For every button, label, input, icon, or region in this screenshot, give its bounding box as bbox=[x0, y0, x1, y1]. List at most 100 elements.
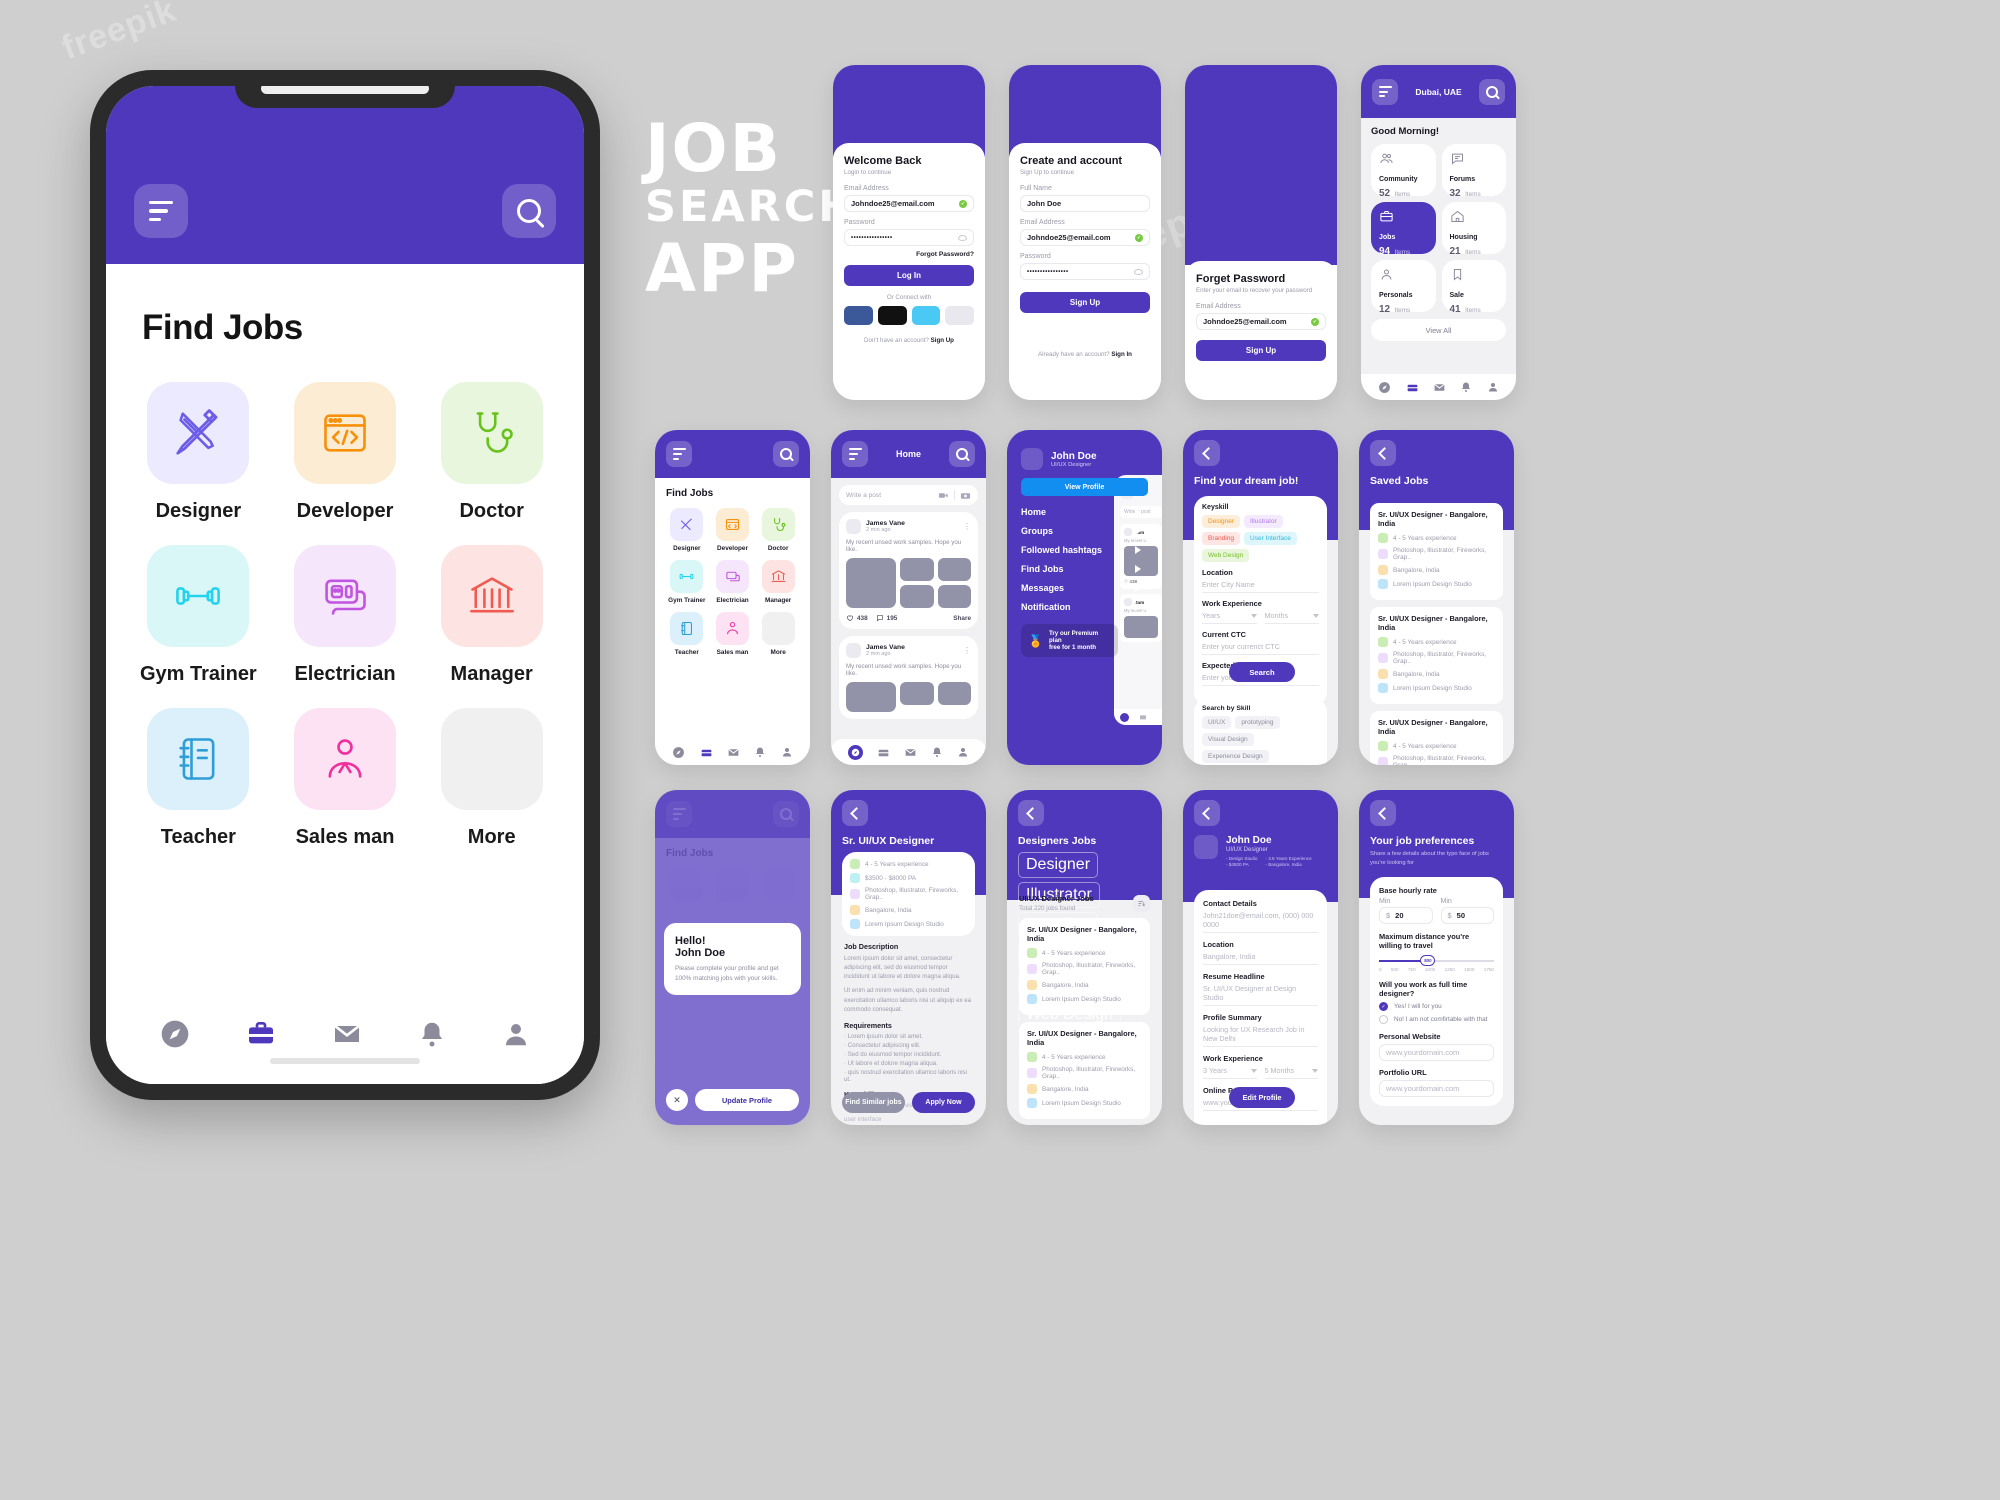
nav-mail-icon[interactable] bbox=[727, 746, 740, 759]
months-select[interactable]: Months bbox=[1264, 611, 1319, 624]
tile-sale[interactable]: Sale 41 Items bbox=[1441, 260, 1506, 315]
camera-icon[interactable] bbox=[960, 490, 971, 501]
skill-chip-experience-design[interactable]: Experience Design bbox=[1202, 750, 1269, 763]
email-field[interactable]: Johndoe25@email.com ✓ bbox=[844, 195, 974, 212]
category-manager[interactable]: Manager bbox=[433, 545, 550, 686]
post-image[interactable] bbox=[846, 682, 896, 712]
job-card[interactable]: Sr. UI/UX Designer - Bangalore, India 4 … bbox=[1019, 918, 1150, 1015]
back-button[interactable] bbox=[1370, 800, 1396, 826]
profile-summary-value[interactable]: Looking for UX Research Job in New Delhi bbox=[1203, 1025, 1318, 1047]
post-image[interactable] bbox=[937, 585, 971, 608]
post-image[interactable] bbox=[900, 682, 934, 705]
post-image[interactable] bbox=[900, 558, 934, 581]
job-card[interactable]: Sr. UI/UX Designer - Bangalore, India 4 … bbox=[1370, 711, 1503, 765]
tile-personals[interactable]: Personals 12 Items bbox=[1371, 260, 1436, 315]
nav-person-icon[interactable] bbox=[957, 746, 969, 758]
video-icon[interactable] bbox=[938, 490, 949, 501]
portfolio-input[interactable]: www.yourdomain.com bbox=[1379, 1080, 1494, 1097]
like-button[interactable]: 438 bbox=[846, 614, 868, 622]
filter-chip-designer[interactable]: Designer bbox=[1018, 852, 1099, 878]
login-button[interactable]: Log In bbox=[844, 265, 974, 286]
keyskill-chip-designer[interactable]: Designer bbox=[1202, 515, 1241, 528]
comment-button[interactable]: 195 bbox=[876, 614, 897, 622]
skill-chip-uiux[interactable]: UI/UX bbox=[1202, 716, 1232, 729]
password-field[interactable]: •••••••••••••••• bbox=[1020, 263, 1150, 280]
experience-years-select[interactable]: 3 Years bbox=[1203, 1066, 1257, 1079]
category-sales-man[interactable]: Sales man bbox=[712, 612, 754, 656]
view-all-button[interactable]: View All bbox=[1371, 319, 1506, 341]
back-button[interactable] bbox=[1194, 800, 1220, 826]
back-button[interactable] bbox=[1194, 440, 1220, 466]
job-card[interactable]: Sr. UI/UX Designer - Bangalore, India 4 … bbox=[1019, 1022, 1150, 1119]
category-gym-trainer[interactable]: Gym Trainer bbox=[666, 560, 708, 604]
back-button[interactable] bbox=[1018, 800, 1044, 826]
signup-button[interactable]: Sign Up bbox=[1020, 292, 1150, 313]
nav-bell-icon[interactable] bbox=[417, 1019, 447, 1054]
close-icon[interactable]: ✕ bbox=[666, 1089, 688, 1111]
nav-mail-icon[interactable] bbox=[1433, 381, 1446, 394]
location-value[interactable]: Bangalore, India bbox=[1203, 952, 1318, 965]
find-similar-jobs-button[interactable]: Find Similar jobs bbox=[842, 1092, 905, 1113]
category-teacher[interactable]: Teacher bbox=[140, 708, 257, 849]
search-icon[interactable] bbox=[1479, 78, 1505, 105]
search-icon[interactable] bbox=[949, 441, 975, 467]
social-facebook-button[interactable] bbox=[844, 306, 873, 325]
post-image[interactable] bbox=[937, 558, 971, 581]
nav-compass-icon[interactable] bbox=[159, 1018, 191, 1055]
nav-compass-icon[interactable] bbox=[1378, 381, 1391, 394]
radio-option-yes[interactable]: ✓ Yes! I will for you bbox=[1379, 1002, 1494, 1011]
post-menu-icon[interactable]: ⋮ bbox=[963, 646, 971, 653]
key-skill-user-interface[interactable]: user interface bbox=[844, 1116, 882, 1123]
nav-compass-active[interactable] bbox=[848, 744, 863, 760]
hamburger-menu-icon[interactable] bbox=[1372, 78, 1398, 105]
tile-community[interactable]: Community 52 Items bbox=[1371, 144, 1436, 199]
nav-person-icon[interactable] bbox=[781, 746, 793, 758]
job-card[interactable]: Sr. UI/UX Designer - Bangalore, India 4 … bbox=[1370, 503, 1503, 600]
skill-chip-visual-design[interactable]: Visual Design bbox=[1202, 733, 1254, 746]
view-profile-button[interactable]: View Profile bbox=[1021, 478, 1148, 496]
category-teacher[interactable]: Teacher bbox=[666, 612, 708, 656]
tile-jobs[interactable]: Jobs 94 Items bbox=[1371, 202, 1436, 257]
experience-months-select[interactable]: 5 Months bbox=[1264, 1066, 1318, 1079]
social-other-button[interactable] bbox=[945, 306, 974, 325]
category-electrician[interactable]: Electrician bbox=[712, 560, 754, 604]
forgot-password-link[interactable]: Forgot Password? bbox=[844, 251, 974, 258]
hamburger-menu-icon[interactable] bbox=[842, 441, 868, 467]
social-twitter-button[interactable] bbox=[911, 306, 941, 325]
search-button[interactable]: Search bbox=[1229, 662, 1295, 682]
social-apple-button[interactable] bbox=[877, 306, 907, 325]
hamburger-menu-icon[interactable] bbox=[134, 184, 188, 238]
sort-icon[interactable] bbox=[1133, 894, 1150, 912]
job-card[interactable]: Sr. UI/UX Designer - Bangalore, India 4 … bbox=[1370, 607, 1503, 704]
category-electrician[interactable]: Electrician bbox=[287, 545, 404, 686]
drawer-item-find-jobs[interactable]: Find Jobs bbox=[1021, 564, 1148, 574]
category-doctor[interactable]: Doctor bbox=[757, 508, 799, 552]
hamburger-menu-icon[interactable] bbox=[666, 441, 692, 467]
post-menu-icon[interactable]: ⋮ bbox=[963, 522, 971, 529]
drawer-item-notification[interactable]: Notification bbox=[1021, 602, 1148, 612]
category-doctor[interactable]: Doctor bbox=[433, 382, 550, 523]
nav-briefcase-icon[interactable] bbox=[877, 746, 890, 759]
nav-briefcase-icon[interactable] bbox=[700, 746, 713, 759]
fullname-field[interactable]: John Doe bbox=[1020, 195, 1150, 212]
search-icon[interactable] bbox=[502, 184, 556, 238]
category-developer[interactable]: Developer bbox=[287, 382, 404, 523]
category-more[interactable]: More bbox=[757, 612, 799, 656]
rate-max-field[interactable]: $ 50 bbox=[1440, 907, 1494, 924]
slider-handle[interactable]: 800 bbox=[1420, 955, 1436, 966]
nav-briefcase-icon[interactable] bbox=[245, 1018, 277, 1055]
share-button[interactable]: Share bbox=[953, 615, 971, 622]
nav-person-icon[interactable] bbox=[1487, 381, 1499, 393]
back-button[interactable] bbox=[842, 800, 868, 826]
category-gym-trainer[interactable]: Gym Trainer bbox=[140, 545, 257, 686]
email-field[interactable]: Johndoe25@email.com ✓ bbox=[1196, 313, 1326, 330]
drawer-item-followed-hashtags[interactable]: Followed hashtags bbox=[1021, 545, 1148, 555]
nav-bell-icon[interactable] bbox=[931, 746, 943, 758]
post-image[interactable] bbox=[937, 682, 971, 705]
nav-bell-icon[interactable] bbox=[754, 746, 766, 758]
eye-icon[interactable] bbox=[1134, 268, 1143, 275]
drawer-item-groups[interactable]: Groups bbox=[1021, 526, 1148, 536]
radio-option-no[interactable]: No! I am not comfirtable with that bbox=[1379, 1015, 1494, 1024]
post-composer[interactable]: Write a post bbox=[839, 485, 978, 505]
password-field[interactable]: •••••••••••••••• bbox=[844, 229, 974, 246]
